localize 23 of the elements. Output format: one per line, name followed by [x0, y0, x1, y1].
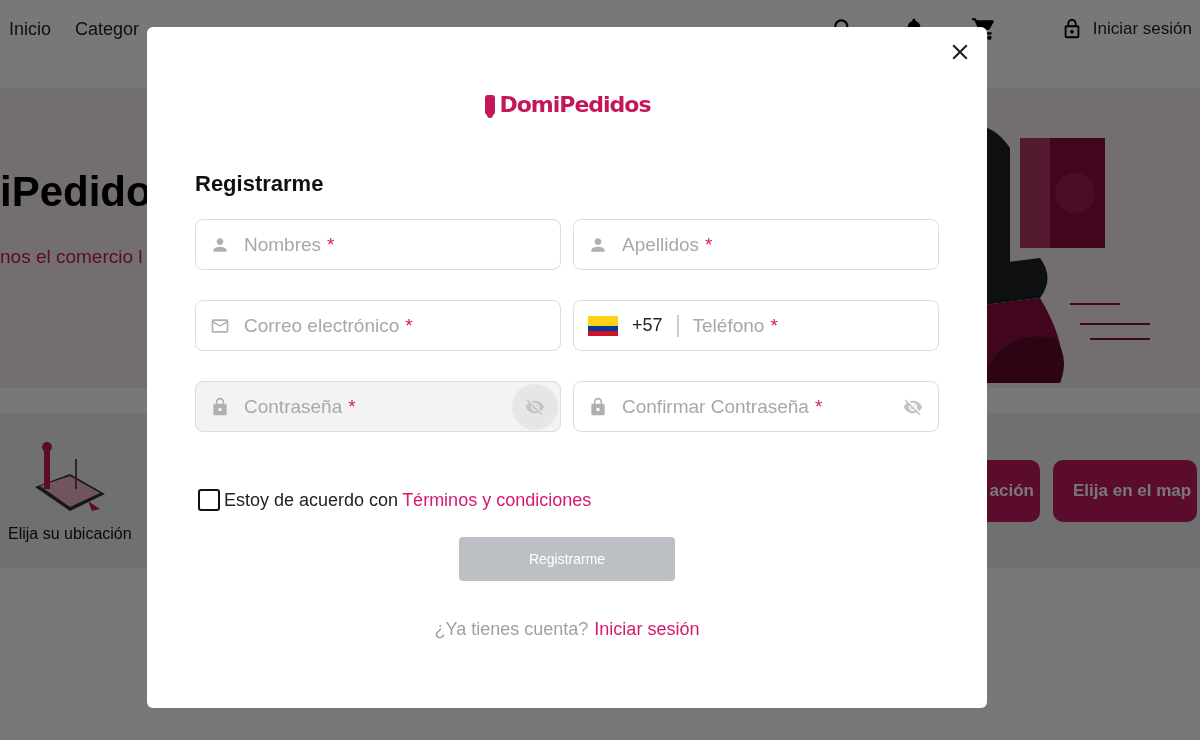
- terms-link[interactable]: Términos y condiciones: [402, 489, 592, 511]
- nav-link[interactable]: Categor: [75, 18, 140, 40]
- account-question: ¿Ya tienes cuenta?: [434, 619, 589, 640]
- hero-title: iPedido: [0, 168, 152, 216]
- lock-icon: [588, 396, 608, 417]
- login-link[interactable]: Iniciar sesión: [1092, 19, 1192, 39]
- agreement-text: Estoy de acuerdo con: [224, 489, 399, 511]
- logo-text: DomiPedidos: [499, 91, 651, 117]
- name-field[interactable]: Apellidos *: [573, 219, 939, 270]
- location-label: Elija su ubicación: [8, 524, 132, 543]
- map-button[interactable]: Elija en el map: [1053, 459, 1198, 522]
- email-field[interactable]: Correo electrónico *: [195, 300, 561, 351]
- checkbox[interactable]: [198, 489, 220, 511]
- hero-subtitle: nos el comercio l: [0, 246, 144, 268]
- phone-field[interactable]: +57 Teléfono *: [573, 300, 939, 351]
- flag-icon: [588, 315, 618, 336]
- lock-icon: [210, 396, 230, 417]
- password-field[interactable]: Confirmar Contraseña *: [573, 381, 939, 432]
- nav-link[interactable]: Inicio: [9, 18, 52, 40]
- login-link[interactable]: Iniciar sesión: [594, 619, 700, 640]
- name-field[interactable]: Nombres *: [195, 219, 561, 270]
- password-field[interactable]: Contraseña *: [195, 381, 561, 432]
- dialog-title: Registrarme: [195, 171, 325, 197]
